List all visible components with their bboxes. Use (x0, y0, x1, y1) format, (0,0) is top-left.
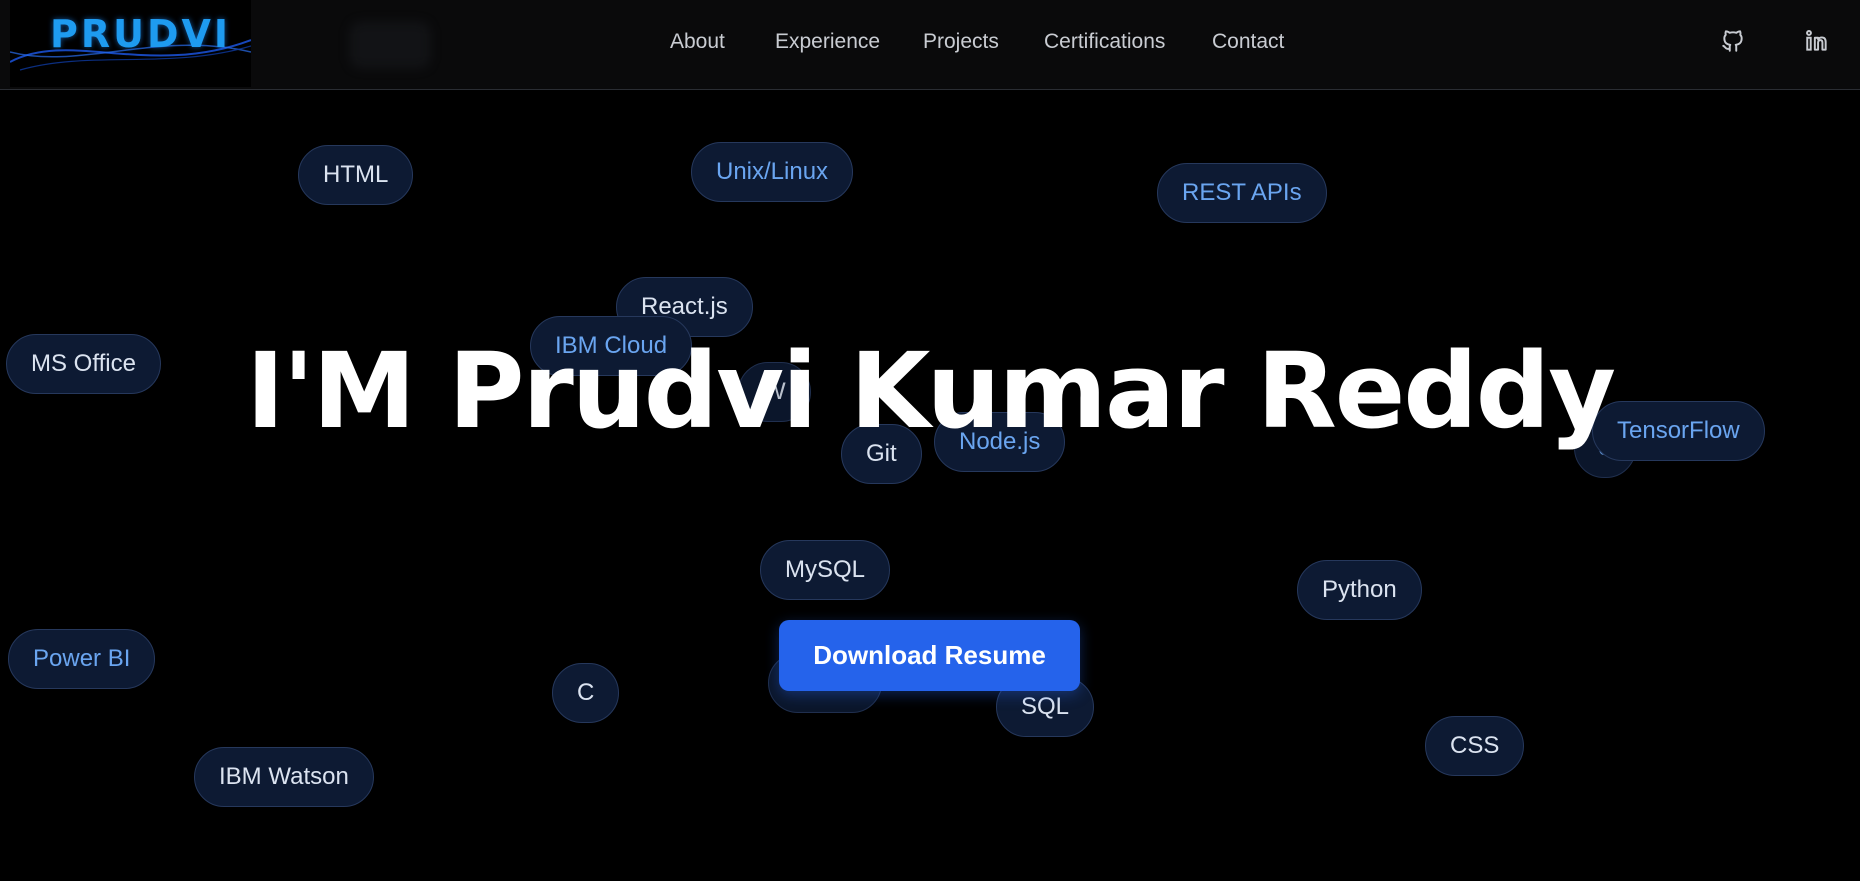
skill-chip-rest-apis[interactable]: REST APIs (1157, 163, 1327, 223)
nav-projects[interactable]: Projects (923, 30, 999, 54)
github-icon[interactable] (1720, 28, 1746, 54)
navbar: PRUDVI About Experience Projects Certifi… (0, 0, 1860, 90)
hero-section: HTML Unix/Linux REST APIs React.js IBM C… (0, 90, 1860, 881)
skill-chip-html[interactable]: HTML (298, 145, 414, 205)
skill-chip-c[interactable]: C (552, 663, 620, 723)
skill-chip-css[interactable]: CSS (1425, 716, 1525, 776)
skill-chip-ibm-watson[interactable]: IBM Watson (194, 747, 374, 807)
nav-about[interactable]: About (670, 30, 725, 54)
skill-chip-mysql[interactable]: MySQL (760, 540, 891, 600)
download-resume-button[interactable]: Download Resume (779, 620, 1080, 691)
skill-chip-unix-linux[interactable]: Unix/Linux (691, 142, 854, 202)
nav-experience[interactable]: Experience (775, 30, 880, 54)
nav-certifications[interactable]: Certifications (1044, 30, 1165, 54)
hero-title: I'M Prudvi Kumar Reddy (245, 330, 1616, 452)
nav-links: About Experience Projects Certifications… (0, 30, 1860, 60)
linkedin-icon[interactable] (1804, 28, 1830, 54)
skill-chip-power-bi[interactable]: Power BI (8, 629, 156, 689)
skill-chip-python[interactable]: Python (1297, 560, 1422, 620)
nav-contact[interactable]: Contact (1212, 30, 1284, 54)
portfolio-page: PRUDVI About Experience Projects Certifi… (0, 0, 1860, 881)
